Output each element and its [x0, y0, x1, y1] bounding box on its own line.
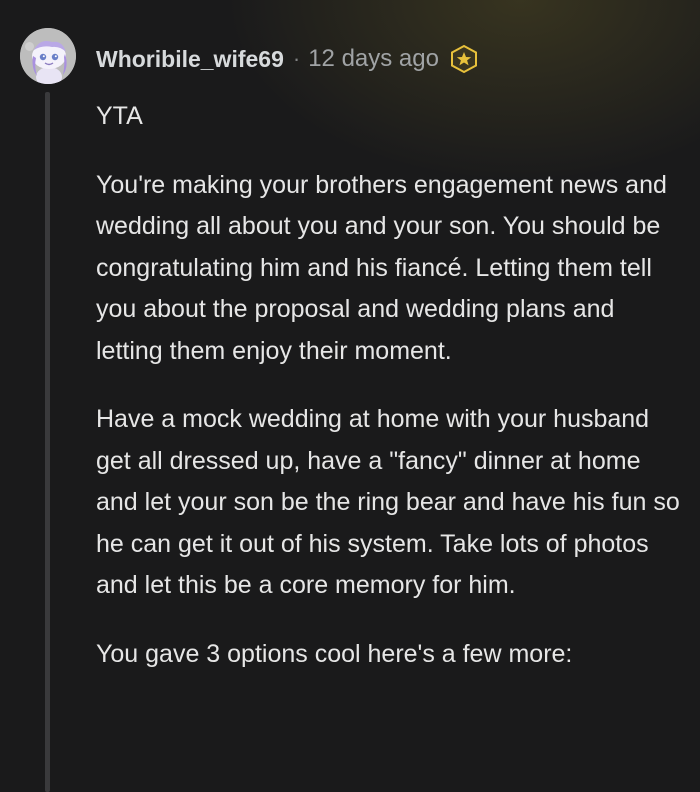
comment-paragraph: You're making your brothers engagement n… — [96, 170, 667, 365]
snoo-avatar-icon — [20, 28, 76, 84]
comment-header: Whoribile_wife69 · 12 days ago — [96, 42, 479, 76]
avatar-antenna — [25, 42, 34, 51]
user-avatar[interactable] — [20, 28, 76, 84]
thread-collapse-line[interactable] — [45, 92, 50, 792]
comment-paragraph: You gave 3 options cool here's a few mor… — [96, 639, 573, 668]
comment: Whoribile_wife69 · 12 days ago YTA You'r… — [0, 0, 700, 792]
comment-paragraph: Have a mock wedding at home with your hu… — [96, 405, 680, 599]
comment-timestamp: 12 days ago — [308, 45, 439, 72]
username-link[interactable]: Whoribile_wife69 — [96, 46, 284, 73]
award-badge-icon[interactable] — [449, 44, 479, 74]
comment-body: YTA You're making your brothers engageme… — [96, 96, 686, 675]
meta-separator: · — [292, 46, 301, 71]
comment-paragraph: YTA — [96, 102, 143, 130]
